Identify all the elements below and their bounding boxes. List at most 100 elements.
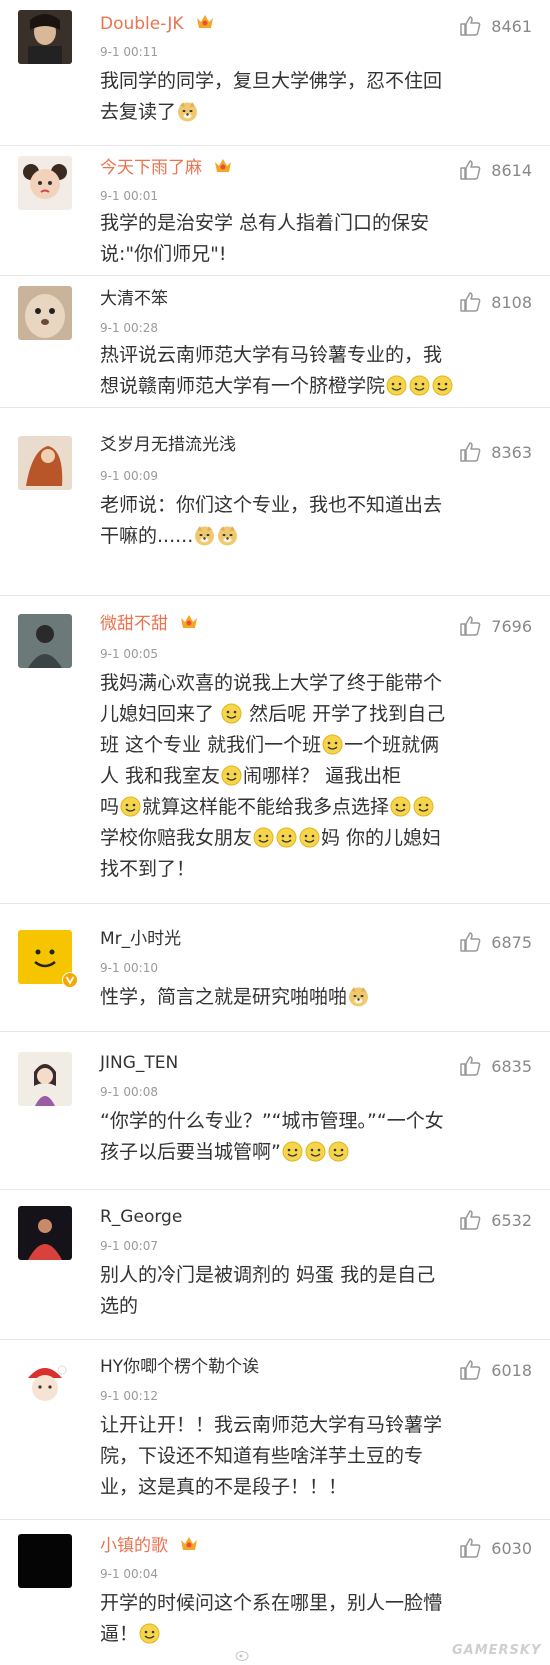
vip-crown-icon [179,612,199,636]
username[interactable]: HY你唧个楞个勒个诶 [100,1356,259,1378]
smile-emoji-icon [299,827,320,848]
comment-time: 9-1 00:10 [100,961,158,975]
username[interactable]: Double-JK [100,12,215,36]
thumbs-up-icon [460,160,481,180]
doge-emoji-icon [177,101,198,122]
comment-text: 热评说云南师范大学有马铃薯专业的，我 想说赣南师范大学有一个脐橙学院 [100,340,520,402]
smile-emoji-icon [276,827,297,848]
like-button[interactable]: 8461 [459,14,532,38]
avatar[interactable] [18,1206,72,1260]
smile-emoji-icon [282,1141,303,1162]
avatar[interactable] [18,1534,72,1588]
thumbs-up-icon [460,1210,481,1230]
smile-emoji-icon [432,375,453,396]
thumbs-up-icon [460,1056,481,1076]
doge-emoji-icon [348,986,369,1007]
comment-text: 老师说：你们这个专业，我也不知道出去 干嘛的...... [100,494,443,547]
comment-text: 我同学的同学，复旦大学佛学，忍不住回 去复读了 [100,70,443,123]
username[interactable]: JING_TEN [100,1052,178,1074]
smile-emoji-icon [386,375,407,396]
thumbs-up-icon [460,16,481,36]
like-button[interactable]: 8363 [459,440,532,464]
comment-text: “你学的什么专业？”“城市管理。”“一个女 孩子以后要当城管啊” [100,1110,444,1163]
comment-time: 9-1 00:12 [100,1389,158,1403]
smile-emoji-icon [120,796,141,817]
smile-emoji-icon [221,703,242,724]
username[interactable]: 大清不笨 [100,288,168,310]
smile-emoji-icon [328,1141,349,1162]
avatar[interactable] [18,1356,72,1410]
username[interactable]: Mr_小时光 [100,928,181,950]
weibo-watermark-icon [235,1646,249,1665]
smile-emoji-icon [139,1623,160,1644]
doge-emoji-icon [194,525,215,546]
comment-item: JING_TEN 9-1 00:08 6835 “你学的什么专业？”“城市管理。… [0,1032,550,1190]
like-button[interactable]: 6018 [459,1358,532,1382]
comment-item: HY你唧个楞个勒个诶 9-1 00:12 6018 让开让开！！我云南师范大学有… [0,1340,550,1520]
comment-item: 大清不笨 9-1 00:28 8108 热评说云南师范大学有马铃薯专业的，我 想说… [0,276,550,408]
like-button[interactable]: 7696 [459,614,532,638]
smile-emoji-icon [221,765,242,786]
smile-emoji-icon [305,1141,326,1162]
vip-crown-icon [179,1534,199,1558]
avatar[interactable] [18,286,72,340]
like-button[interactable]: 6532 [459,1208,532,1232]
comment-time: 9-1 00:08 [100,1085,158,1099]
like-count: 6875 [491,932,532,952]
like-count: 6835 [491,1056,532,1076]
like-count: 8108 [491,292,532,312]
username[interactable]: R_George [100,1206,182,1228]
smile-emoji-icon [253,827,274,848]
thumbs-up-icon [460,932,481,952]
comment-text: 我妈满心欢喜的说我上大学了终于能带个 儿媳妇回来了 然后呢 开学了找到自己 班 … [100,672,446,880]
comment-time: 9-1 00:11 [100,45,158,59]
comment-time: 9-1 00:09 [100,469,158,483]
comment-text: 开学的时候问这个系在哪里，别人一脸懵 逼！ [100,1592,443,1645]
username[interactable]: 小镇的歌 [100,1534,199,1558]
like-button[interactable]: 6835 [459,1054,532,1078]
comment-time: 9-1 00:01 [100,189,158,203]
smile-emoji-icon [409,375,430,396]
avatar[interactable] [18,10,72,64]
avatar[interactable] [18,614,72,668]
comment-text: 别人的冷门是被调剂的 妈蛋 我的是自己 选的 [100,1264,436,1317]
like-count: 6532 [491,1210,532,1230]
thumbs-up-icon [460,442,481,462]
like-count: 8614 [491,160,532,180]
like-count: 8363 [491,442,532,462]
doge-emoji-icon [217,525,238,546]
smile-emoji-icon [390,796,411,817]
comment-text: 性学，简言之就是研究啪啪啪 [100,982,520,1013]
like-button[interactable]: 8108 [459,290,532,314]
vip-crown-icon [195,12,215,36]
brand-watermark: GAMERSKY [452,1643,542,1658]
like-button[interactable]: 8614 [459,158,532,182]
like-count: 6030 [491,1538,532,1558]
smile-emoji-icon [413,796,434,817]
like-count: 8461 [491,16,532,36]
like-button[interactable]: 6030 [459,1536,532,1560]
thumbs-up-icon [460,1360,481,1380]
comment-item: Double-JK 9-1 00:11 8461 我同学的同学，复旦大学佛学，忍… [0,0,550,146]
thumbs-up-icon [460,616,481,636]
avatar[interactable] [18,1052,72,1106]
username[interactable]: 微甜不甜 [100,612,199,636]
thumbs-up-icon [460,292,481,312]
comment-text: 我学的是治安学 总有人指着门口的保安 说:"你们师兄"! [100,212,430,265]
comment-item: R_George 9-1 00:07 6532 别人的冷门是被调剂的 妈蛋 我的… [0,1190,550,1340]
comment-item: Mr_小时光 9-1 00:10 6875 性学，简言之就是研究啪啪啪 [0,904,550,1032]
like-button[interactable]: 6875 [459,930,532,954]
avatar[interactable] [18,156,72,210]
comment-time: 9-1 00:04 [100,1567,158,1581]
comment-text: 让开让开！！我云南师范大学有马铃薯学 院，下设还不知道有些啥洋芋土豆的专 业，这是真… [100,1414,443,1498]
comment-item: 爻岁月无措流光浅 9-1 00:09 8363 老师说：你们这个专业，我也不知道… [0,408,550,596]
comment-item: 今天下雨了麻 9-1 00:01 8614 我学的是治安学 总有人指着门口的保安… [0,146,550,276]
username[interactable]: 今天下雨了麻 [100,156,233,180]
avatar[interactable] [18,436,72,490]
like-count: 7696 [491,616,532,636]
comment-time: 9-1 00:07 [100,1239,158,1253]
like-count: 6018 [491,1360,532,1380]
thumbs-up-icon [460,1538,481,1558]
username[interactable]: 爻岁月无措流光浅 [100,434,236,456]
comment-time: 9-1 00:05 [100,647,158,661]
